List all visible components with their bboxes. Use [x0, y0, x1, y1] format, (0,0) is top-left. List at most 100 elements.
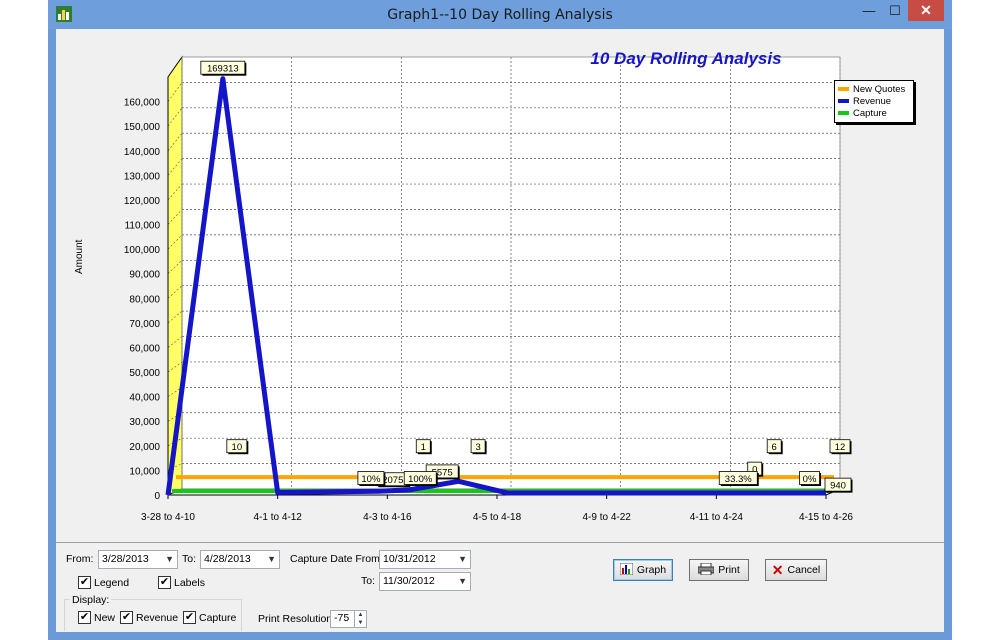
- y-tick-label: 160,000: [124, 98, 161, 109]
- data-label-text: 6: [772, 442, 777, 453]
- data-label-revenue: 169313: [200, 60, 247, 76]
- from-label: From:: [66, 553, 94, 565]
- display-group-title: Display:: [70, 594, 112, 606]
- capture-to-combo[interactable]: 11/30/2012 ▼: [379, 572, 471, 591]
- check-icon: ✔: [78, 611, 91, 624]
- data-label-revenue: 940: [824, 477, 853, 493]
- labels-checkbox[interactable]: ✔ Labels: [158, 576, 205, 589]
- close-button[interactable]: ✕: [908, 0, 944, 21]
- y-tick-label: 10,000: [129, 466, 160, 477]
- legend-swatch-new-quotes: [838, 87, 849, 91]
- data-label-text: 100%: [408, 474, 433, 485]
- window-title: Graph1--10 Day Rolling Analysis: [387, 7, 613, 23]
- data-label-capture: 0%: [799, 471, 822, 486]
- y-tick-label: 150,000: [124, 122, 161, 133]
- y-axis-label: Amount: [74, 239, 85, 274]
- cancel-button-label: Cancel: [787, 564, 821, 576]
- legend-swatch-revenue: [838, 99, 849, 103]
- chevron-down-icon: ▼: [458, 554, 467, 564]
- legend-checkbox-label: Legend: [94, 576, 130, 589]
- x-tick-label: 4-15 to 4-26: [799, 512, 853, 523]
- to-date-combo[interactable]: 4/28/2013 ▼: [200, 550, 280, 569]
- capture-checkbox[interactable]: ✔ Capture: [183, 611, 236, 624]
- legend-swatch-capture: [838, 111, 849, 115]
- print-resolution-spinner[interactable]: -75 ▲ ▼: [330, 610, 367, 628]
- from-date-combo[interactable]: 3/28/2013 ▼: [98, 550, 178, 569]
- legend-label: Revenue: [853, 95, 892, 107]
- x-tick-label: 4-11 to 4-24: [690, 512, 744, 523]
- print-resolution-value: -75: [334, 612, 350, 624]
- revenue-checkbox-label: Revenue: [136, 611, 179, 624]
- graph-button[interactable]: Graph: [613, 559, 673, 581]
- data-label-new-quotes: 6: [766, 439, 783, 455]
- check-icon: ✔: [158, 576, 171, 589]
- y-tick-label: 110,000: [125, 221, 161, 232]
- y-tick-label: 50,000: [129, 368, 160, 379]
- graph-button-label: Graph: [636, 564, 667, 576]
- y-tick-label: 130,000: [124, 171, 161, 182]
- spinner-arrows-icon[interactable]: ▲ ▼: [354, 611, 366, 627]
- capture-from-combo[interactable]: 10/31/2012 ▼: [379, 550, 471, 569]
- print-resolution-label: Print Resolution:: [258, 613, 336, 625]
- labels-checkbox-label: Labels: [174, 576, 205, 589]
- data-label-capture: 10%: [357, 471, 386, 486]
- chevron-down-icon: ▼: [458, 576, 467, 586]
- y-tick-label: 40,000: [129, 393, 160, 404]
- to-date-value: 4/28/2013: [204, 553, 251, 565]
- to-label: To:: [182, 553, 197, 565]
- x-tick-label: 4-1 to 4-12: [253, 512, 302, 523]
- data-label-text: 2075: [382, 475, 403, 486]
- y-tick-label: 30,000: [129, 417, 160, 428]
- printer-icon: [697, 562, 715, 578]
- data-label-new-quotes: 1: [415, 439, 432, 455]
- data-label-capture: 100%: [403, 471, 438, 486]
- cancel-x-icon: ✕: [771, 561, 784, 578]
- new-checkbox[interactable]: ✔ New: [78, 611, 115, 624]
- y-tick-label: 70,000: [129, 319, 160, 330]
- legend-item-new-quotes: New Quotes: [838, 83, 910, 95]
- check-icon: ✔: [78, 576, 91, 589]
- y-tick-label: 120,000: [124, 196, 161, 207]
- client-area: 0 10,000 20,000 30,000 40,000 50,000 60,000 70,…: [56, 29, 944, 632]
- chevron-down-icon: ▼: [267, 554, 276, 564]
- legend-item-capture: Capture: [838, 107, 910, 119]
- y-tick-label: 100,000: [124, 245, 161, 256]
- x-tick-label: 4-5 to 4-18: [473, 512, 522, 523]
- revenue-checkbox[interactable]: ✔ Revenue: [120, 611, 178, 624]
- data-label-text: 10: [232, 442, 243, 453]
- print-button[interactable]: Print: [689, 559, 749, 581]
- legend-label: Capture: [853, 107, 887, 119]
- bar-chart-icon: [619, 562, 634, 578]
- y-tick-label: 140,000: [124, 147, 161, 158]
- y-tick-label: 80,000: [129, 294, 160, 305]
- y-tick-label: 90,000: [129, 270, 160, 281]
- capture-to-label: To:: [361, 575, 376, 587]
- legend-item-revenue: Revenue: [838, 95, 910, 107]
- maximize-button[interactable]: ☐: [882, 0, 908, 21]
- legend-label: New Quotes: [853, 83, 906, 95]
- x-tick-label: 3-28 to 4-10: [141, 512, 195, 523]
- line-chart: 0 10,000 20,000 30,000 40,000 50,000 60,000 70,…: [124, 55, 853, 523]
- chevron-down-icon: ▼: [165, 554, 174, 564]
- y-tick-label: 60,000: [129, 343, 160, 354]
- capture-from-value: 10/31/2012: [383, 553, 436, 565]
- cancel-button[interactable]: ✕ Cancel: [765, 559, 827, 581]
- x-tick-label: 4-9 to 4-22: [582, 512, 631, 523]
- data-label-text: 10%: [361, 474, 381, 485]
- new-checkbox-label: New: [94, 611, 116, 624]
- data-label-text: 1: [421, 442, 426, 453]
- chart-title: 10 Day Rolling Analysis: [590, 49, 782, 68]
- data-label-text: 33.3%: [725, 474, 752, 485]
- title-bar[interactable]: Graph1--10 Day Rolling Analysis — ☐ ✕: [48, 0, 952, 29]
- data-label-capture: 33.3%: [718, 471, 759, 486]
- controls-panel: From: 3/28/2013 ▼ To: 4/28/2013 ▼ Captur…: [56, 543, 944, 632]
- legend-checkbox[interactable]: ✔ Legend: [78, 576, 129, 589]
- from-date-value: 3/28/2013: [102, 553, 149, 565]
- data-label-text: 0%: [803, 474, 817, 485]
- chart-panel: 0 10,000 20,000 30,000 40,000 50,000 60,000 70,…: [56, 29, 944, 543]
- data-label-new-quotes: 12: [829, 439, 852, 455]
- minimize-button[interactable]: —: [856, 0, 882, 21]
- capture-checkbox-label: Capture: [199, 611, 237, 624]
- data-label-new-quotes: 3: [470, 439, 487, 455]
- y-tick-label: 20,000: [129, 442, 160, 453]
